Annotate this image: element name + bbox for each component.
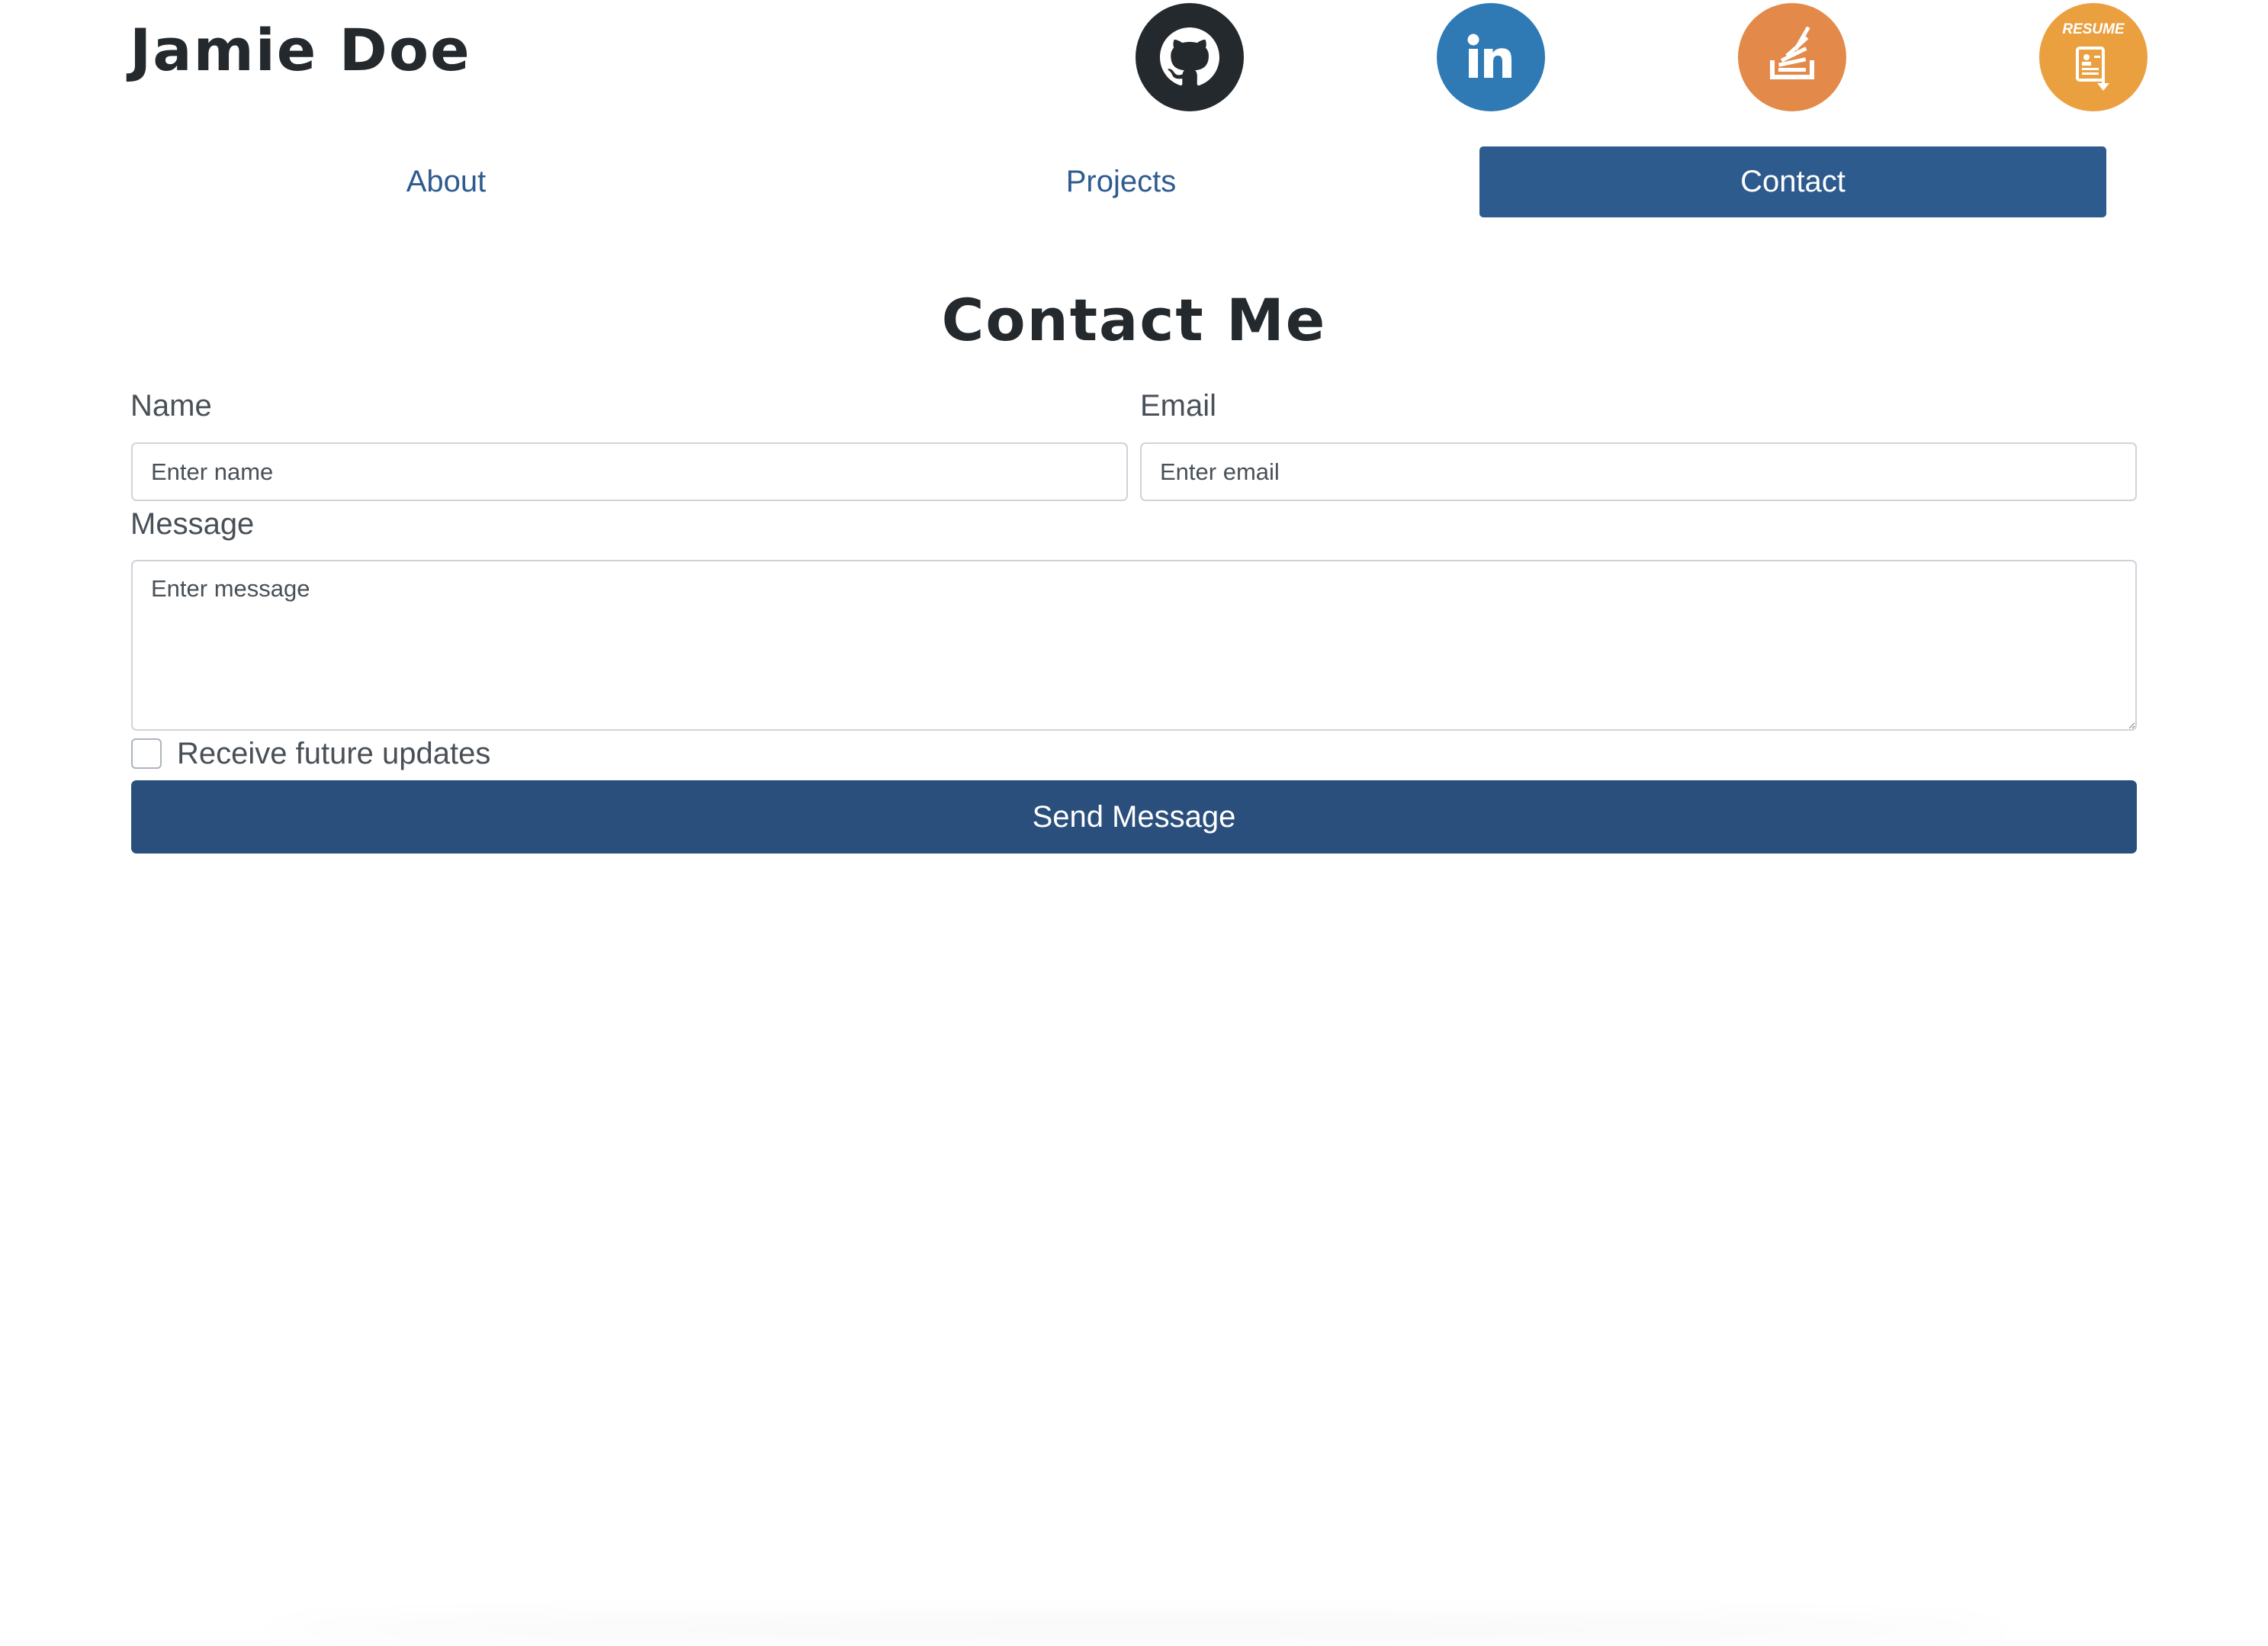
github-icon <box>1160 27 1219 86</box>
tab-projects[interactable]: Projects <box>793 146 1449 217</box>
name-input[interactable] <box>131 442 1128 501</box>
updates-label[interactable]: Receive future updates <box>177 732 490 775</box>
email-input[interactable] <box>1140 442 2137 501</box>
updates-checkbox[interactable] <box>131 738 162 769</box>
resume-label: RESUME <box>2062 21 2125 37</box>
tab-contact[interactable]: Contact <box>1479 146 2106 217</box>
resume-icon <box>2076 47 2109 91</box>
message-label: Message <box>130 507 255 541</box>
brand-title: Jamie Doe <box>130 16 471 84</box>
email-label: Email <box>1140 389 1217 423</box>
github-link[interactable] <box>1136 3 1244 111</box>
footer-shadow <box>252 1640 2021 1646</box>
send-message-button[interactable]: Send Message <box>131 780 2137 854</box>
linkedin-icon <box>1467 34 1511 78</box>
tab-about[interactable]: About <box>130 146 763 217</box>
stackoverflow-icon <box>1770 27 1814 79</box>
resume-link[interactable]: RESUME <box>2039 3 2148 111</box>
stackoverflow-link[interactable] <box>1738 3 1846 111</box>
linkedin-link[interactable] <box>1437 3 1545 111</box>
page-title: Contact Me <box>941 286 1327 354</box>
message-textarea[interactable] <box>131 560 2137 731</box>
name-label: Name <box>130 389 212 423</box>
